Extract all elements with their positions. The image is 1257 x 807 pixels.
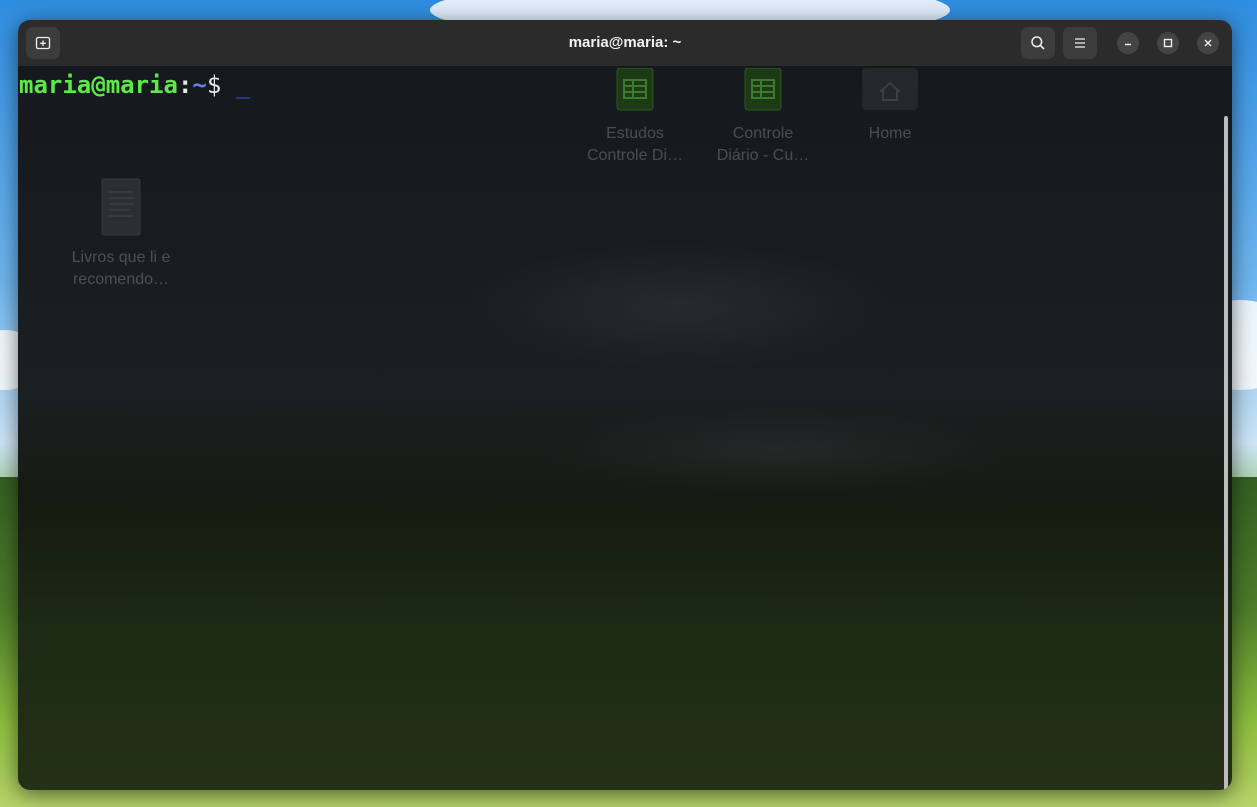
menu-button[interactable] [1063, 27, 1097, 59]
desktop-icon-label: recomendo… [72, 271, 170, 288]
terminal-area[interactable]: Estudos Controle Di… Controle Diário - C… [18, 66, 1232, 790]
desktop-icon-home[interactable]: Home [825, 68, 955, 145]
spreadsheet-icon [744, 67, 782, 111]
prompt-dollar: $ [206, 71, 236, 99]
search-icon [1031, 36, 1045, 50]
desktop-icon-label: Home [868, 125, 912, 142]
prompt-colon: : [177, 71, 193, 99]
spreadsheet-icon [616, 67, 654, 111]
prompt-path: ~ [192, 71, 207, 99]
terminal-cursor: _ [235, 71, 251, 99]
new-tab-icon [35, 36, 51, 50]
desktop-icon-controle[interactable]: Controle Diário - Cu… [698, 67, 828, 167]
close-button[interactable] [1197, 32, 1219, 54]
minimize-icon [1125, 43, 1131, 46]
maximize-icon [1163, 38, 1173, 48]
terminal-window: maria@maria: ~ Estudos Controle Di… Cont… [18, 20, 1232, 790]
desktop-icon-label: Controle [732, 125, 794, 142]
document-icon [101, 178, 141, 236]
search-button[interactable] [1021, 27, 1055, 59]
home-folder-icon [862, 68, 918, 110]
desktop-icon-estudos[interactable]: Estudos Controle Di… [570, 67, 700, 167]
maximize-button[interactable] [1157, 32, 1179, 54]
new-tab-button[interactable] [26, 27, 60, 59]
desktop-icon-label: Controle Di… [586, 147, 684, 164]
terminal-scrollbar[interactable] [1224, 116, 1228, 790]
prompt-user-host: maria@maria [19, 71, 178, 99]
desktop-icon-label: Estudos [606, 125, 664, 142]
shell-prompt[interactable]: maria@maria:~$ _ [19, 70, 250, 100]
window-titlebar[interactable]: maria@maria: ~ [18, 20, 1232, 66]
desktop-icon-label: Livros que li e [71, 249, 171, 266]
hamburger-menu-icon [1075, 38, 1085, 48]
desktop-icon-livros[interactable]: Livros que li e recomendo… [56, 178, 186, 291]
desktop-icon-label: Diário - Cu… [716, 147, 810, 164]
close-icon [1204, 39, 1212, 47]
minimize-button[interactable] [1117, 32, 1139, 54]
